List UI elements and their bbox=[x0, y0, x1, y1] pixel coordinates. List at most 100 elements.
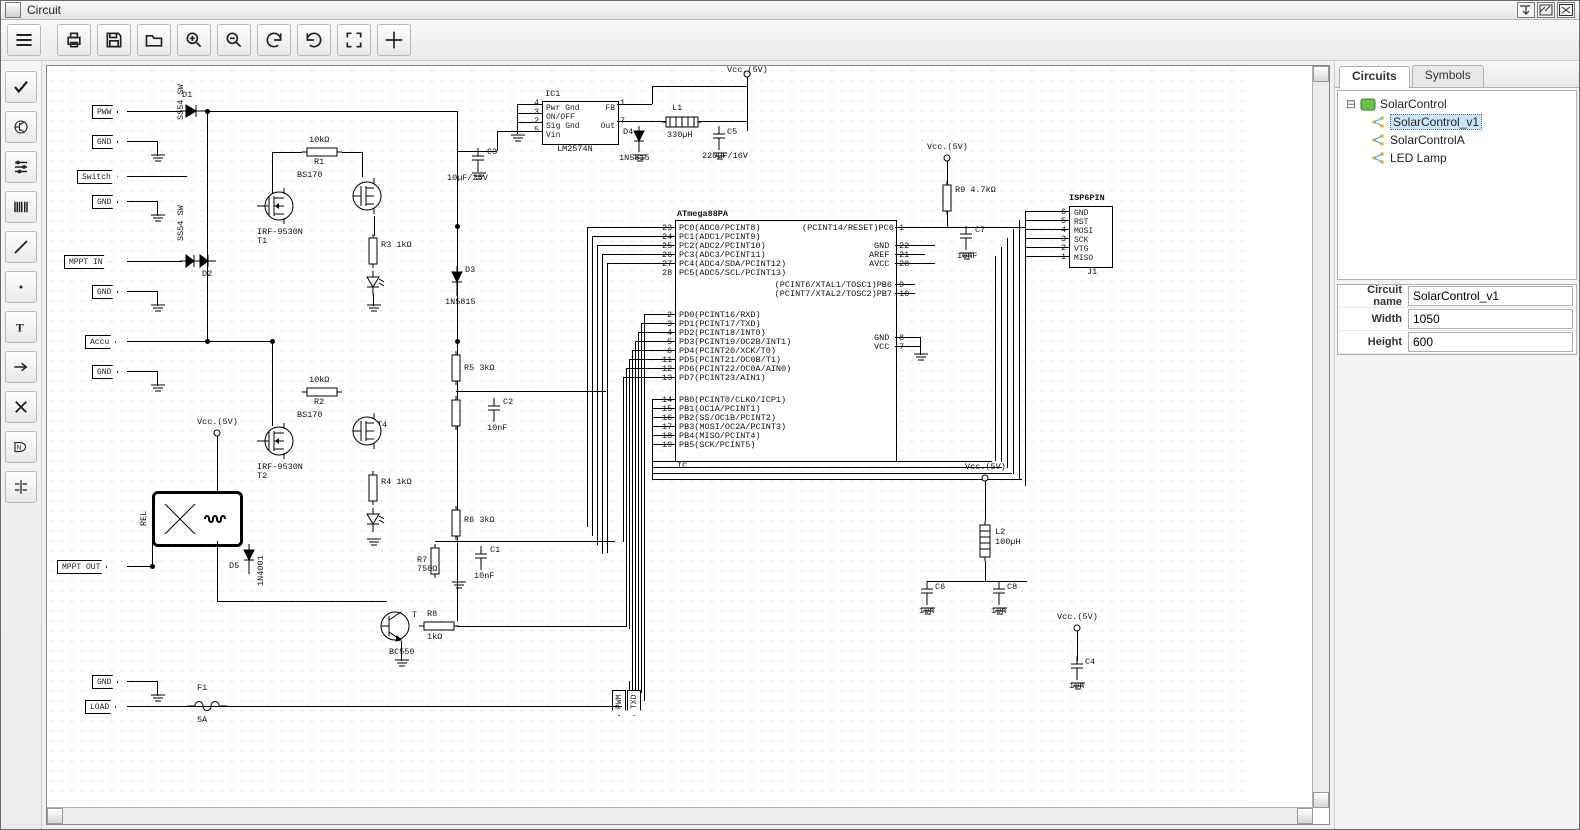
tree-expand-icon[interactable]: ⊟ bbox=[1346, 97, 1356, 111]
sliders-icon[interactable] bbox=[5, 151, 37, 183]
pad-gnd-3[interactable]: GND bbox=[92, 285, 118, 299]
cap-c6[interactable] bbox=[920, 581, 934, 605]
pad-gnd-2[interactable]: GND bbox=[92, 195, 118, 209]
scroll-right-button[interactable] bbox=[1297, 808, 1313, 824]
project-tree[interactable]: ⊟ SolarControl SolarControl_v1 bbox=[1337, 90, 1577, 280]
cap-c2[interactable] bbox=[487, 398, 501, 422]
height-input[interactable] bbox=[1408, 332, 1573, 352]
inductor-l1[interactable] bbox=[662, 114, 702, 130]
zoom-in-icon[interactable] bbox=[177, 24, 211, 56]
ground-symbol bbox=[150, 694, 166, 704]
schematic-canvas[interactable]: PWW GND Switch GND MPPT IN GND Accu GND … bbox=[47, 66, 1247, 806]
diode-d3[interactable] bbox=[450, 266, 464, 296]
pad-pww[interactable]: PWW bbox=[92, 105, 118, 119]
text-icon[interactable]: T bbox=[5, 311, 37, 343]
zoom-out-icon[interactable] bbox=[217, 24, 251, 56]
resistor-r5b[interactable] bbox=[450, 396, 462, 430]
window-title: Circuit bbox=[27, 3, 61, 17]
mosfet-t3[interactable] bbox=[347, 176, 387, 216]
diode-d4[interactable] bbox=[632, 126, 646, 152]
resistor-r5a[interactable] bbox=[450, 351, 462, 385]
tree-item-label: SolarControl_v1 bbox=[1390, 114, 1482, 130]
tree-item-led-lamp[interactable]: LED Lamp bbox=[1342, 149, 1572, 167]
wire bbox=[638, 332, 639, 692]
pad-pwm[interactable]: PWM bbox=[612, 690, 626, 716]
maximize-button[interactable] bbox=[1537, 2, 1555, 18]
pad-switch[interactable]: Switch bbox=[77, 170, 118, 184]
resistor-r3[interactable] bbox=[367, 234, 379, 268]
save-icon[interactable] bbox=[97, 24, 131, 56]
cap-c5[interactable] bbox=[712, 126, 726, 150]
mosfet-t1[interactable] bbox=[257, 186, 297, 226]
cap-c7[interactable] bbox=[959, 226, 973, 250]
resistor-r6[interactable] bbox=[450, 506, 462, 540]
wire-icon[interactable] bbox=[5, 231, 37, 263]
tree-item-solarcontrola[interactable]: SolarControlA bbox=[1342, 131, 1572, 149]
barcode-icon[interactable] bbox=[5, 191, 37, 223]
wire bbox=[985, 561, 986, 581]
minimize-button[interactable] bbox=[1517, 2, 1535, 18]
label-vcc-rel: Vcc.(5V) bbox=[197, 418, 238, 427]
relay[interactable] bbox=[152, 491, 243, 547]
ground-symbol bbox=[959, 252, 975, 262]
print-icon[interactable] bbox=[57, 24, 91, 56]
resistor-r9[interactable] bbox=[941, 181, 953, 215]
mosfet-t4[interactable] bbox=[347, 411, 387, 451]
diode-d5[interactable] bbox=[242, 544, 256, 574]
menu-icon[interactable] bbox=[7, 24, 41, 56]
scroll-up-button[interactable] bbox=[1313, 66, 1329, 82]
wire bbox=[895, 254, 925, 255]
probe-icon[interactable] bbox=[5, 471, 37, 503]
point-icon[interactable] bbox=[5, 271, 37, 303]
cap-c4[interactable] bbox=[1070, 656, 1084, 680]
cut-icon[interactable] bbox=[5, 391, 37, 423]
mosfet-t2[interactable] bbox=[257, 421, 297, 461]
close-button[interactable] bbox=[1557, 2, 1575, 18]
label-r8: R8 bbox=[427, 610, 437, 619]
fuse-f1[interactable] bbox=[187, 696, 227, 716]
canvas-viewport[interactable]: PWW GND Switch GND MPPT IN GND Accu GND … bbox=[46, 65, 1330, 825]
wire bbox=[597, 245, 675, 246]
led[interactable] bbox=[365, 508, 385, 534]
pad-accu[interactable]: Accu bbox=[85, 335, 116, 349]
pad-gnd-4[interactable]: GND bbox=[92, 365, 118, 379]
open-icon[interactable] bbox=[137, 24, 171, 56]
cap-c1[interactable] bbox=[474, 546, 488, 570]
pad-mppt-out[interactable]: MPPT OUT bbox=[57, 560, 107, 574]
scroll-left-button[interactable] bbox=[47, 808, 63, 824]
wire bbox=[623, 377, 624, 542]
pad-gnd-1[interactable]: GND bbox=[92, 135, 118, 149]
horizontal-scrollbar[interactable] bbox=[47, 807, 1313, 824]
crosshair-icon[interactable] bbox=[377, 24, 411, 56]
vertical-scrollbar[interactable] bbox=[1312, 66, 1329, 808]
circuit-name-input[interactable] bbox=[1408, 286, 1573, 306]
tree-root[interactable]: ⊟ SolarControl bbox=[1342, 95, 1572, 113]
ic-lm2574n[interactable]: Pwr Gnd ON/OFF Sig Gnd Vin FB Out bbox=[542, 101, 619, 145]
undo-icon[interactable] bbox=[257, 24, 291, 56]
redo-icon[interactable] bbox=[297, 24, 331, 56]
tab-circuits[interactable]: Circuits bbox=[1339, 66, 1410, 88]
scroll-down-button[interactable] bbox=[1313, 792, 1329, 808]
cap-c8[interactable] bbox=[992, 581, 1006, 605]
fit-icon[interactable] bbox=[337, 24, 371, 56]
tree-item-solarcontrol-v1[interactable]: SolarControl_v1 bbox=[1342, 113, 1572, 131]
tab-symbols[interactable]: Symbols bbox=[1412, 65, 1484, 87]
resistor-r8[interactable] bbox=[419, 620, 459, 632]
width-input[interactable] bbox=[1408, 309, 1573, 329]
inductor-l2[interactable] bbox=[977, 521, 993, 561]
bjt-t5[interactable] bbox=[377, 606, 413, 646]
led[interactable] bbox=[365, 271, 385, 297]
pad-gnd-5[interactable]: GND bbox=[92, 675, 118, 689]
transistor-icon[interactable] bbox=[5, 111, 37, 143]
resistor-r4[interactable] bbox=[367, 471, 379, 505]
arrow-icon[interactable] bbox=[5, 351, 37, 383]
pad-txd[interactable]: TXD bbox=[627, 690, 641, 716]
ok-icon[interactable] bbox=[5, 71, 37, 103]
gate-icon[interactable]: N bbox=[5, 431, 37, 463]
wire bbox=[207, 111, 457, 112]
connector-isp6pin[interactable]: GND RST MOSI SCK VTG MISO bbox=[1069, 206, 1113, 268]
wire bbox=[652, 399, 675, 400]
pad-load[interactable]: LOAD bbox=[85, 700, 116, 714]
pad-mppt-in[interactable]: MPPT IN bbox=[64, 255, 110, 269]
diode-d2[interactable] bbox=[180, 253, 216, 269]
